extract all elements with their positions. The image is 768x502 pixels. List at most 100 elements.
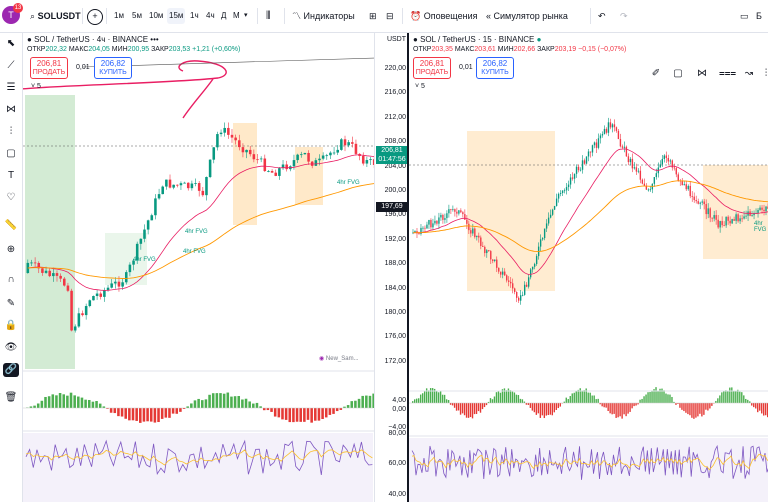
candle-body	[63, 278, 66, 286]
link-icon[interactable]: 🔗	[3, 363, 19, 377]
oscillator-bar	[477, 403, 480, 412]
oscillator-bar	[579, 388, 581, 403]
replay-button[interactable]: « Симулятор рынка	[486, 8, 568, 24]
fvg-label: 4hr FVG	[754, 221, 767, 233]
rectangle-draw-icon[interactable]: ▢	[671, 67, 685, 81]
interval-dropdown-icon[interactable]: ▾	[244, 8, 248, 24]
oscillator-bar	[361, 395, 364, 408]
oscillator-bar	[489, 398, 492, 403]
horizontal-lines-icon[interactable]: ☰	[3, 81, 19, 95]
oscillator-bar	[222, 393, 226, 408]
candle-body	[502, 271, 504, 275]
trash-icon[interactable]: 🗑	[3, 391, 19, 405]
chart-canvas-4h[interactable]	[23, 33, 408, 502]
sell-button[interactable]: 206,81 ПРОДАТЬ	[30, 57, 68, 79]
text-icon[interactable]: T	[3, 169, 19, 183]
ruler-icon[interactable]: 📏	[3, 219, 19, 233]
indicators-label: Индикаторы	[303, 11, 355, 21]
price-axis[interactable]: USDT 220,00 216,00 212,00 208,00 204,00 200,0…	[374, 33, 408, 502]
oscillator-bar	[84, 399, 87, 408]
price-tick: 172,00	[384, 357, 406, 365]
indicators-toggle[interactable]: ˅ 5	[31, 83, 41, 90]
candle-body	[369, 159, 372, 161]
candle-body	[763, 209, 765, 212]
oscillator-bar	[160, 408, 164, 419]
oscillator-bar	[277, 408, 281, 418]
alerts-button[interactable]: ⏰ Оповещения	[410, 8, 477, 24]
redo-icon[interactable]: ↷	[620, 8, 628, 24]
candle-body	[631, 158, 634, 169]
undo-icon[interactable]: ↶	[598, 8, 606, 24]
candle-body	[274, 172, 278, 176]
cursor-icon[interactable]: ⬉	[3, 37, 19, 51]
interval-15m[interactable]: 15м	[167, 8, 186, 24]
oscillator-bar	[146, 408, 149, 422]
interval-1h[interactable]: 1ч	[188, 8, 201, 24]
sell-button[interactable]: 206,81 ПРОДАТЬ	[413, 57, 451, 79]
indicators-button[interactable]: 〽 Индикаторы	[292, 8, 355, 24]
oscillator-bar	[693, 403, 695, 419]
oscillator-bar	[241, 399, 244, 408]
pattern-icon[interactable]: ⋈	[3, 103, 19, 117]
layout-icon[interactable]: ⊟	[386, 8, 394, 24]
heart-icon[interactable]: ♡	[3, 191, 19, 205]
right-panel-label[interactable]: Б	[756, 8, 762, 24]
candle-body	[484, 246, 486, 254]
interval-5m[interactable]: 5м	[130, 8, 144, 24]
eye-icon[interactable]: 👁	[3, 341, 19, 355]
pattern-draw-icon[interactable]: ⋈	[695, 67, 709, 81]
oscillator-bar	[581, 390, 583, 403]
layout-select-icon[interactable]: ▭	[740, 8, 749, 24]
oscillator-bar	[135, 408, 138, 421]
oscillator-bar	[208, 394, 211, 408]
chart-canvas-15m[interactable]	[409, 33, 768, 502]
oscillator-bar	[459, 403, 462, 415]
oscillator-bar	[717, 398, 719, 403]
oscillator-bar	[701, 403, 703, 417]
candle-type-icon[interactable]: ⫴	[266, 8, 271, 24]
more-dots-icon[interactable]: •••	[150, 35, 158, 44]
candle-body	[619, 139, 622, 147]
oscillator-bar	[603, 403, 605, 408]
trend-line-icon[interactable]: ⟋	[3, 59, 19, 73]
candle-body	[59, 275, 62, 279]
interval-4h[interactable]: 4ч	[204, 8, 217, 24]
oscillator-bar	[755, 403, 757, 409]
interval-1m[interactable]: 1м	[112, 8, 126, 24]
oscillator-bar	[153, 408, 157, 423]
ohlc-readout: ОТКР202,32 МАКС204,05 МИН200,95 ЗАКР203,…	[27, 46, 241, 53]
oscillator-bar	[691, 403, 693, 418]
chart-pane-4h[interactable]: ● SOL / TetherUS · 4ч · BINANCE ••• ОТКР…	[23, 33, 408, 502]
oscillator-bar	[575, 391, 577, 403]
lock-icon[interactable]: 🔒	[3, 319, 19, 333]
zoom-icon[interactable]: ⊕	[3, 243, 19, 257]
buy-button[interactable]: 206,82 КУПИТЬ	[476, 57, 514, 79]
templates-icon[interactable]: ⊞	[369, 8, 377, 24]
fib-fan-icon[interactable]: ⫶	[759, 67, 768, 81]
interval-day[interactable]: Д	[219, 8, 228, 24]
candle-body	[535, 256, 538, 265]
candle-body	[649, 189, 652, 191]
candle-body	[621, 146, 624, 148]
fib-draw-icon[interactable]: ⩶	[719, 67, 736, 81]
candle-body	[143, 229, 146, 239]
candle-body	[490, 251, 492, 260]
add-symbol-button[interactable]: +	[87, 9, 103, 25]
candle-body	[705, 204, 707, 215]
indicators-toggle[interactable]: ˅ 5	[415, 83, 425, 90]
symbol-label: SOLUSDT	[37, 11, 81, 21]
oscillator-bar	[365, 395, 368, 408]
interval-10m[interactable]: 10м	[147, 8, 165, 24]
news-label[interactable]: ◉ New_Sam...	[319, 355, 359, 362]
interval-month[interactable]: М	[231, 8, 242, 24]
price-tick: 196,00	[384, 211, 406, 219]
rectangle-icon[interactable]: ▢	[3, 147, 19, 161]
magnet-icon[interactable]: ∩	[3, 273, 19, 287]
path-draw-icon[interactable]: ↝	[742, 67, 756, 81]
chart-pane-15m[interactable]: ● SOL / TetherUS · 15 · BINANCE ● ОТКР20…	[409, 33, 768, 502]
pencil-lock-icon[interactable]: ✎	[3, 297, 19, 311]
symbol-search[interactable]: ⌕ SOLUSDT	[30, 8, 81, 24]
buy-button[interactable]: 206,82 КУПИТЬ	[94, 57, 132, 79]
brush-icon[interactable]: ✐	[649, 67, 663, 81]
fib-icon[interactable]: ⫶	[3, 125, 19, 139]
